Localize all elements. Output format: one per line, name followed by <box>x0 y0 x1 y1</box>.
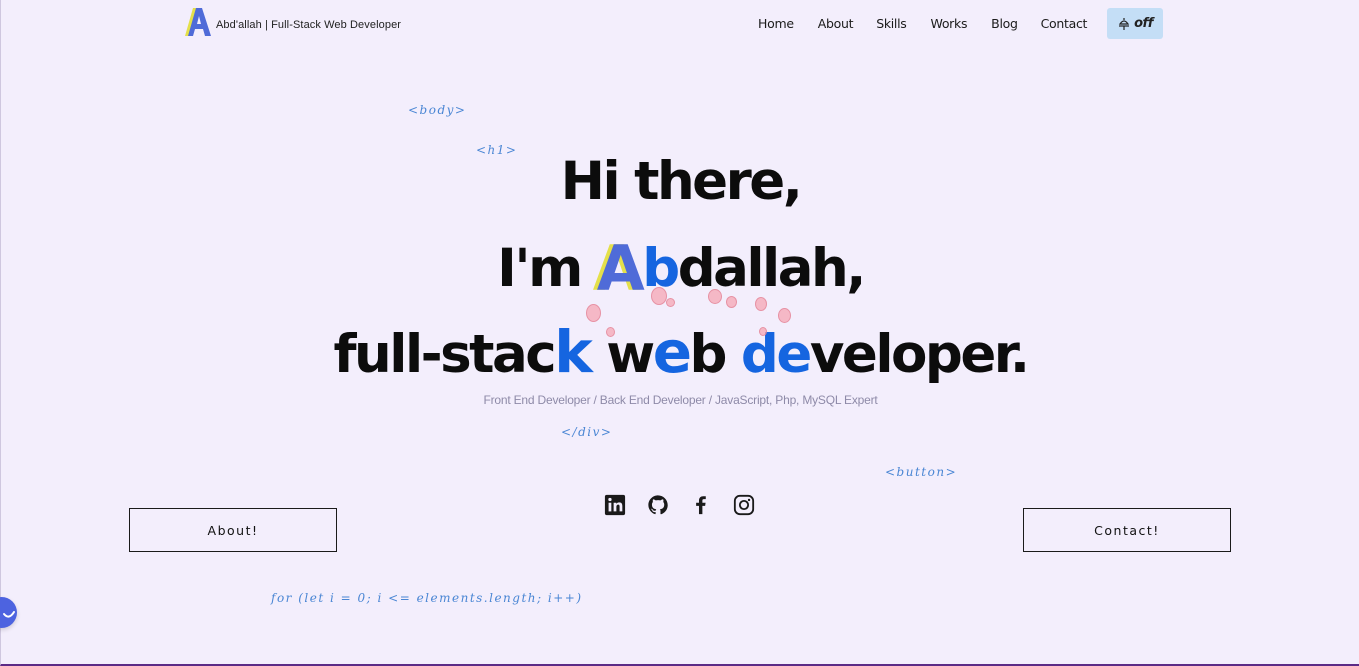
floating-action-button[interactable] <box>0 597 17 628</box>
hero-logo-letter: A <box>596 232 645 305</box>
linkedin-icon[interactable] <box>604 494 626 516</box>
bubble-decoration <box>759 327 767 336</box>
bubble-decoration <box>755 297 767 311</box>
theme-toggle-button[interactable]: off <box>1107 8 1163 39</box>
brand-text: Abd'allah | Full-Stack Web Developer <box>216 19 402 31</box>
code-div-close-tag: </div> <box>561 425 613 439</box>
hero-line-3: full-stack web developer. <box>1 323 1359 381</box>
instagram-icon[interactable] <box>733 494 755 516</box>
bubble-decoration <box>666 298 675 307</box>
bubble-decoration <box>726 296 737 308</box>
bubble-decoration <box>606 327 615 337</box>
hero-subtitle: Front End Developer / Back End Developer… <box>483 393 878 407</box>
logo-a-icon <box>185 8 211 36</box>
bubble-decoration <box>586 304 601 322</box>
hero-text-segment: veloper. <box>809 324 1030 385</box>
brand-logo-link[interactable]: Abd'allah | Full-Stack Web Developer <box>183 7 401 37</box>
main-menu: Home About Skills Works Blog Contact <box>758 16 1087 31</box>
code-body-tag: <body> <box>408 103 467 117</box>
nav-works[interactable]: Works <box>931 16 968 31</box>
hero-line-2: I'm Abdallah, <box>1 238 1359 300</box>
nav-skills[interactable]: Skills <box>876 16 907 31</box>
hero-im-text: I'm <box>497 238 597 299</box>
hero-text-segment: b <box>689 324 741 385</box>
nav-about[interactable]: About <box>818 16 854 31</box>
nav-contact[interactable]: Contact <box>1041 16 1088 31</box>
hero-animated-letter: e <box>776 324 812 385</box>
bubble-decoration <box>778 308 791 323</box>
code-loop-snippet: for (let i = 0; i <= elements.length; i+… <box>271 591 583 605</box>
theme-toggle-label: off <box>1134 16 1153 31</box>
hero-line-1: Hi there, <box>560 151 803 212</box>
contact-button[interactable]: Contact! <box>1023 508 1231 552</box>
chat-icon <box>2 610 15 618</box>
navbar: Abd'allah | Full-Stack Web Developer Hom… <box>1 0 1359 48</box>
facebook-icon[interactable] <box>690 494 712 516</box>
hero-text-segment: full-stac <box>333 324 557 385</box>
lamp-icon <box>1119 17 1130 30</box>
nav-blog[interactable]: Blog <box>991 16 1018 31</box>
hero-text-segment: w <box>590 324 655 385</box>
nav-home[interactable]: Home <box>758 16 794 31</box>
social-links <box>604 494 776 516</box>
code-button-tag: <button> <box>885 465 958 479</box>
hero-animated-letter: e <box>652 318 692 386</box>
hero-animated-letter: k <box>554 318 593 386</box>
hero-name-rest: dallah, <box>677 238 867 299</box>
bubble-decoration <box>651 287 667 305</box>
bubble-decoration <box>708 289 722 304</box>
github-icon[interactable] <box>647 494 669 516</box>
about-button[interactable]: About! <box>129 508 337 552</box>
